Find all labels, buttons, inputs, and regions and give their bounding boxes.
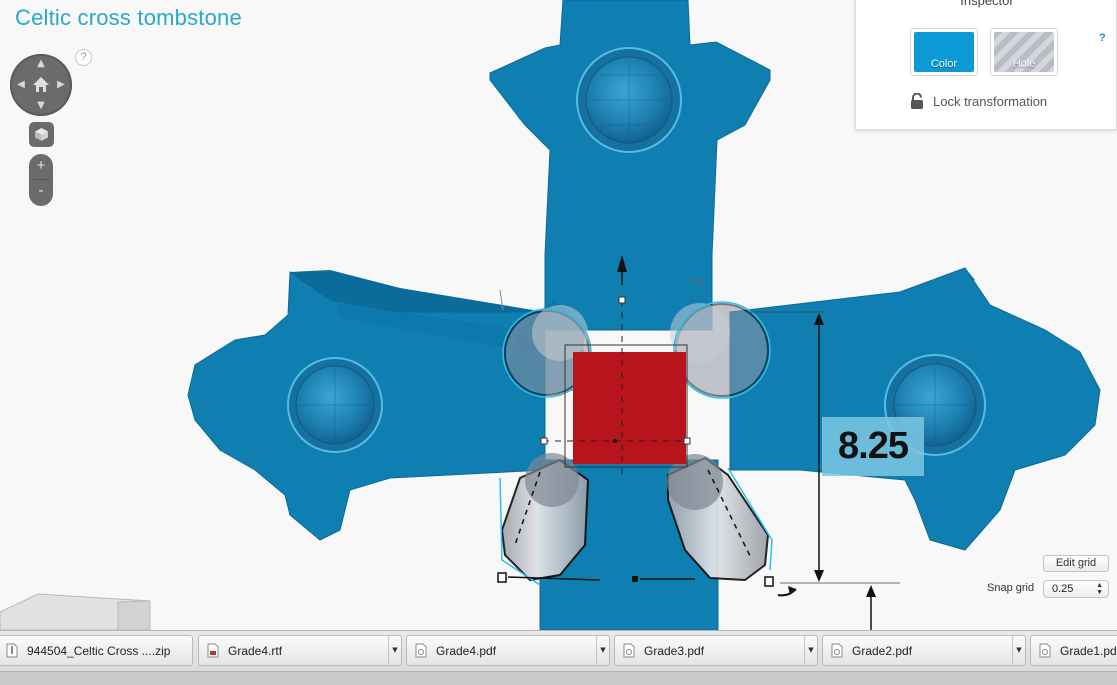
view-cube-button[interactable] <box>29 122 54 147</box>
lock-transformation-toggle[interactable]: Lock transformation <box>910 93 1047 109</box>
download-filename: Grade4.rtf <box>228 643 283 658</box>
workplane-viewport[interactable]: Celtic cross tombstone ? ▲ ▼ ◀ ▶ + - 8.2… <box>0 0 1117 630</box>
pan-left-icon[interactable]: ◀ <box>15 80 27 90</box>
grid-corner-block <box>0 593 151 630</box>
color-label: Color <box>930 58 958 70</box>
download-item[interactable]: Grade3.pdf ▼ <box>614 635 818 666</box>
design-title[interactable]: Celtic cross tombstone <box>15 5 242 31</box>
pan-right-icon[interactable]: ▶ <box>55 80 67 90</box>
pdf-file-icon <box>1039 643 1051 658</box>
pdf-file-icon <box>415 643 427 658</box>
home-view-icon[interactable] <box>30 74 52 96</box>
inspector-title: Inspector <box>960 0 1014 8</box>
color-button[interactable]: Color <box>910 28 978 76</box>
download-filename: Grade4.pdf <box>436 643 497 658</box>
snap-grid-label: Snap grid <box>987 582 1035 594</box>
cube-icon <box>35 128 48 141</box>
downloads-bar-bottom-edge <box>0 671 1117 685</box>
select-arrows-icon: ▲ ▼ <box>1096 582 1103 596</box>
edit-grid-button[interactable]: Edit grid <box>1043 555 1109 572</box>
pan-up-icon[interactable]: ▲ <box>35 59 47 69</box>
dimension-value[interactable]: 8.25 <box>822 417 924 476</box>
zoom-out-button[interactable]: - <box>29 180 53 204</box>
zoom-control[interactable]: + - <box>29 154 53 206</box>
rtf-file-icon <box>207 643 219 658</box>
download-menu-arrow-icon[interactable]: ▼ <box>596 636 609 665</box>
download-item[interactable]: Grade4.pdf ▼ <box>406 635 610 666</box>
left-knob <box>287 357 383 453</box>
download-filename: Grade3.pdf <box>644 643 705 658</box>
snap-grid-value: 0.25 <box>1052 583 1074 595</box>
help-button[interactable]: ? <box>75 49 92 66</box>
download-filename: Grade2.pdf <box>852 643 913 658</box>
pdf-file-icon <box>623 643 635 658</box>
download-filename: 944504_Celtic Cross ....zip <box>27 643 171 658</box>
lock-icon <box>911 93 923 109</box>
download-item[interactable]: 944504_Celtic Cross ....zip <box>0 635 193 666</box>
color-swatch: Color <box>914 32 974 72</box>
inspector-panel: Inspector ? Color Hole Lock transformati… <box>855 0 1117 130</box>
pdf-file-icon <box>831 643 843 658</box>
hole-swatch: Hole <box>994 32 1054 72</box>
download-menu-arrow-icon[interactable]: ▼ <box>804 636 817 665</box>
pan-down-icon[interactable]: ▼ <box>35 101 47 111</box>
download-item[interactable]: Grade1.pdf <box>1030 635 1117 666</box>
zoom-in-button[interactable]: + <box>29 155 53 179</box>
view-navigation-control[interactable]: ▲ ▼ ◀ ▶ <box>10 54 72 116</box>
download-filename: Grade1.pdf <box>1060 643 1117 658</box>
lock-transformation-label: Lock transformation <box>933 93 1048 109</box>
top-knob <box>576 47 682 153</box>
download-menu-arrow-icon[interactable]: ▼ <box>1012 636 1025 665</box>
hole-button[interactable]: Hole <box>990 28 1058 76</box>
download-item[interactable]: Grade4.rtf ▼ <box>198 635 402 666</box>
hole-label: Hole <box>1012 58 1036 70</box>
downloads-bar: 944504_Celtic Cross ....zip Grade4.rtf ▼… <box>0 630 1117 685</box>
snap-grid-select[interactable]: 0.25 ▲ ▼ <box>1043 580 1109 598</box>
zip-file-icon <box>6 643 18 658</box>
download-item[interactable]: Grade2.pdf ▼ <box>822 635 1026 666</box>
download-menu-arrow-icon[interactable]: ▼ <box>388 636 401 665</box>
inspector-help-button[interactable]: ? <box>1099 32 1106 44</box>
